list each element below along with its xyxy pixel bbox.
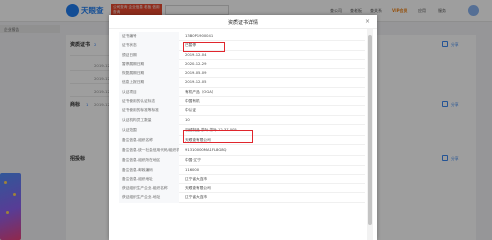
row-label: 恢复展期日期 <box>119 69 179 79</box>
row-label: 证书使用的认证标志 <box>119 97 179 107</box>
row-label: 备注信息-统一社会信用代码/组织机构代码 <box>119 145 179 157</box>
row-label: 证书状态 <box>119 41 179 51</box>
row-label: 备注信息-邮政编码 <box>119 165 179 175</box>
row-label: 认证范围 <box>119 124 179 136</box>
close-icon[interactable]: × <box>364 18 371 25</box>
row-value: 10 <box>185 117 190 122</box>
row-label: 认证项目 <box>119 87 179 98</box>
row-label: 获证组织生产企业-地址 <box>119 193 179 203</box>
row-label: 暂停展期日期 <box>119 59 179 70</box>
row-value: 中国有机 <box>185 99 200 104</box>
status-highlight-box <box>183 42 225 52</box>
row-value: 辽宁省大连市 <box>185 176 208 181</box>
row-value: 有机产品（OGA） <box>185 89 216 94</box>
detail-table: 证书编号 13B0P1900041 证书状态 已暂停 颁证日期 2019-12-04 … <box>119 32 365 203</box>
row-value: 中认证 <box>185 108 197 113</box>
row-label: 备注信息-组织所在地区 <box>119 156 179 166</box>
certificate-detail-modal: 资质证书详情 × 证书编号 13B0P1900041 证书状态 已暂停 颁证日期 20… <box>109 15 377 240</box>
scrollbar-thumb[interactable] <box>368 35 372 225</box>
modal-title: 资质证书详情 <box>227 20 258 26</box>
row-label: 备注信息-组织名称 <box>119 135 179 146</box>
row-label: 信息上报日期 <box>119 78 179 88</box>
modal-header: 资质证书详情 × <box>109 15 377 29</box>
row-value: 辽宁省大连市 <box>185 195 208 200</box>
row-value: 116000 <box>185 167 200 172</box>
row-value: 91310000MA1FL8G8Q <box>185 148 227 153</box>
row-label: 证书使用的标准等标准 <box>119 106 179 116</box>
row-label: 认证机构员工数量 <box>119 115 179 125</box>
row-label: 备注信息-组织地址 <box>119 174 179 185</box>
scope-highlight-box <box>183 130 253 143</box>
row-value: 中国·辽宁 <box>185 158 201 163</box>
row-value: 天眼查有限公司 <box>185 186 211 191</box>
row-label: 获证组织生产企业-组织名称 <box>119 184 179 194</box>
row-label: 颁证日期 <box>119 50 179 60</box>
row-value: 2019-12-05 <box>185 80 207 85</box>
row-value: 2020-12-29 <box>185 61 207 66</box>
row-label: 证书编号 <box>119 32 179 42</box>
row-value: 13B0P1900041 <box>185 34 214 38</box>
row-value: 2019-05-09 <box>185 71 207 76</box>
